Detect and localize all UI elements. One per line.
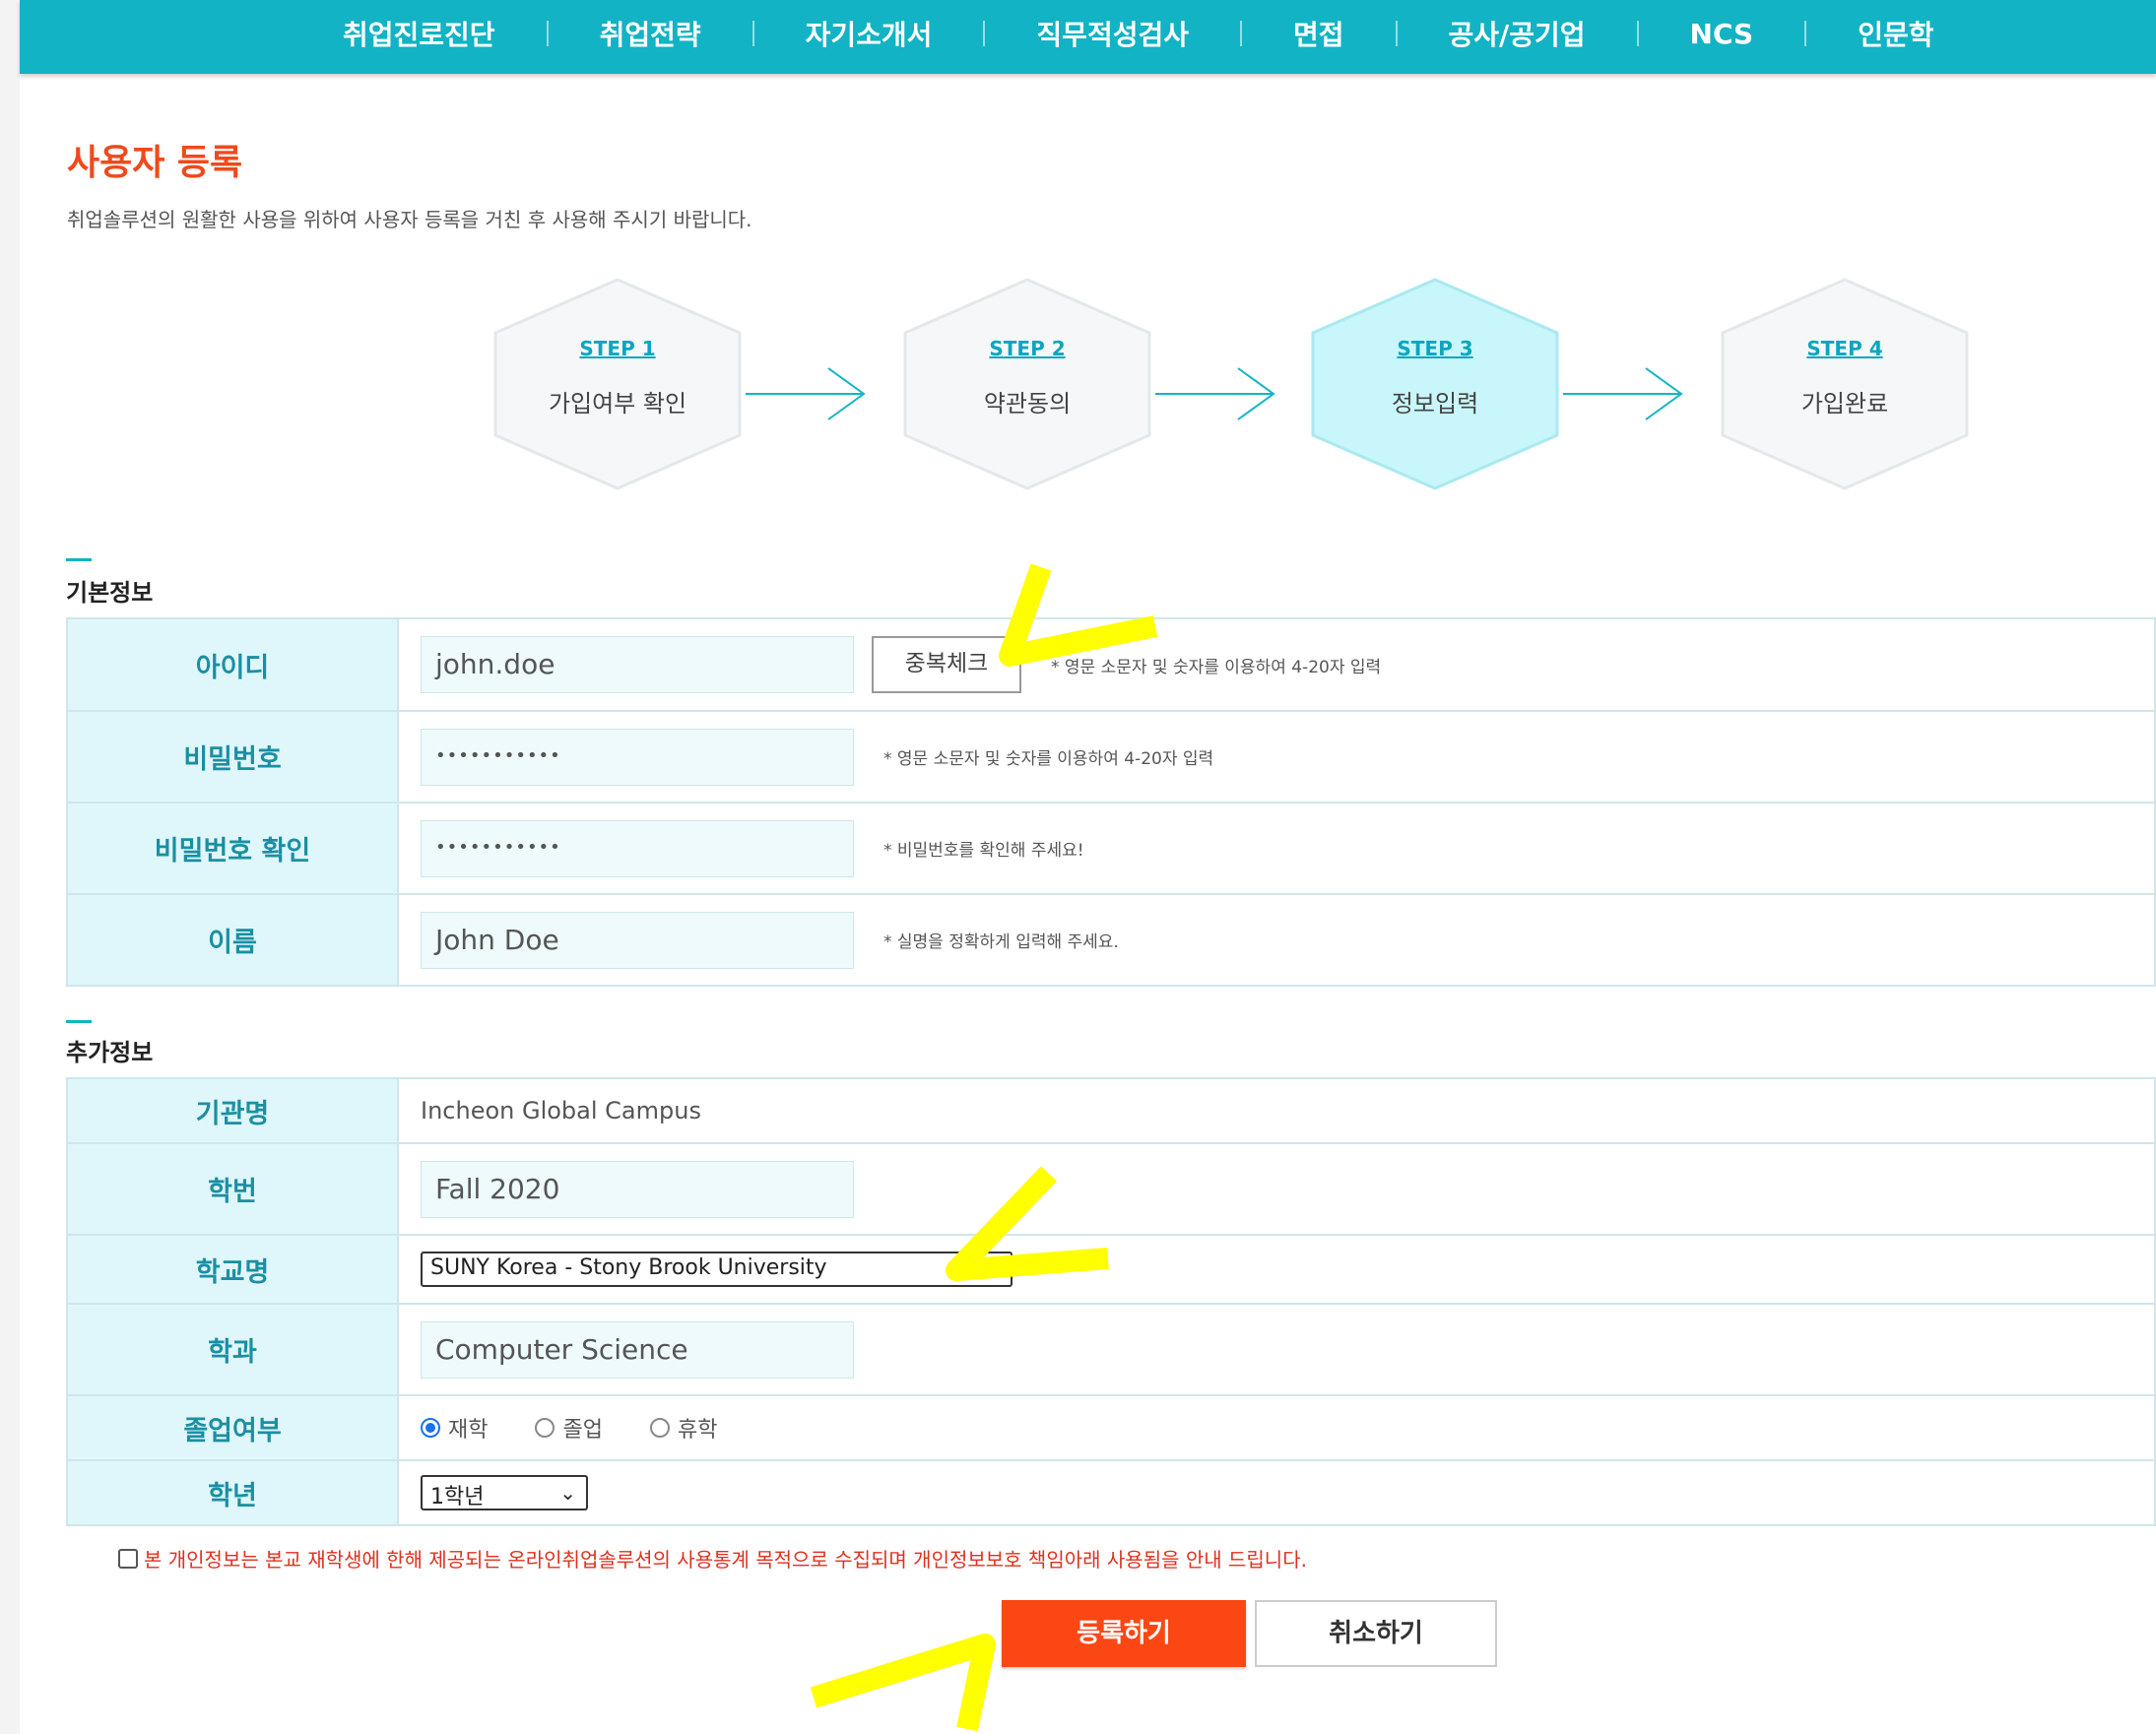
privacy-agreement-text: 본 개인정보는 본교 재학생에 한해 제공되는 온라인취업솔루션의 사용통계 목… <box>144 1548 1307 1572</box>
nav-link[interactable]: NCS <box>1690 18 1754 50</box>
step-label: 가입여부 확인 <box>548 390 687 417</box>
radio-button[interactable] <box>535 1418 555 1438</box>
id-input[interactable]: john.doe <box>421 636 854 693</box>
step-arrow-icon <box>1563 367 1683 420</box>
privacy-agreement: 본 개인정보는 본교 재학생에 한해 제공되는 온라인취업솔루션의 사용통계 목… <box>118 1544 1307 1573</box>
nav-item-interview[interactable]: 면접 <box>1189 14 1344 53</box>
page-title: 사용자 등록 <box>67 143 243 183</box>
nav-link[interactable]: 자기소개서 <box>806 14 933 53</box>
nav-divider <box>1804 21 1807 46</box>
organization-value: Incheon Global Campus <box>397 1077 2156 1144</box>
nav-divider <box>1636 21 1639 46</box>
name-note: * 실명을 정확하게 입력해 주세요. <box>883 932 1119 952</box>
nav-item-ncs[interactable]: NCS <box>1586 18 1754 50</box>
step-3: STEP 3 정보입력 <box>1307 276 1563 492</box>
label-grade: 학년 <box>66 1459 399 1526</box>
step-label: 가입완료 <box>1800 390 1889 417</box>
nav-divider <box>1239 21 1242 46</box>
annotation-arrow-icon <box>810 1634 996 1732</box>
radio-label: 졸업 <box>562 1418 603 1443</box>
step-number: STEP 2 <box>989 337 1066 360</box>
password-input[interactable]: ••••••••••• <box>421 728 854 786</box>
row-password-confirm: 비밀번호 확인 ••••••••••• * 비밀번호를 확인해 주세요! <box>66 802 2156 895</box>
nav-divider <box>983 21 986 46</box>
nav-item-strategy[interactable]: 취업전략 <box>495 14 701 53</box>
radio-label: 재학 <box>448 1418 489 1443</box>
step-label: 약관동의 <box>983 390 1072 417</box>
name-input[interactable]: John Doe <box>421 911 854 969</box>
row-major: 학과 Computer Science <box>66 1303 2156 1396</box>
grade-select-value: 1학년 <box>430 1485 485 1509</box>
label-organization: 기관명 <box>66 1077 399 1144</box>
radio-button[interactable] <box>649 1418 670 1438</box>
row-name: 이름 John Doe * 실명을 정확하게 입력해 주세요. <box>66 893 2156 987</box>
radio-button[interactable] <box>421 1418 440 1438</box>
step-number: STEP 1 <box>579 337 656 360</box>
nav-item-cover-letter[interactable]: 자기소개서 <box>701 14 933 53</box>
label-graduation: 졸업여부 <box>66 1394 399 1461</box>
label-password-confirm: 비밀번호 확인 <box>66 802 399 895</box>
nav-link[interactable]: 인문학 <box>1858 14 1933 53</box>
annotation-arrow-icon <box>946 1166 1109 1281</box>
section-marker <box>66 1020 92 1023</box>
row-graduation: 졸업여부 재학 졸업 휴학 <box>66 1394 2156 1461</box>
nav-item-aptitude-test[interactable]: 직무적성검사 <box>932 14 1189 53</box>
password-confirm-note: * 비밀번호를 확인해 주세요! <box>883 841 1084 861</box>
section-title-extra: 추가정보 <box>66 1039 154 1066</box>
label-password: 비밀번호 <box>66 710 399 803</box>
step-number: STEP 4 <box>1806 337 1883 360</box>
major-input[interactable]: Computer Science <box>421 1320 854 1379</box>
graduation-radio-group: 재학 졸업 휴학 <box>421 1412 2153 1444</box>
label-school: 학교명 <box>66 1234 399 1305</box>
row-organization: 기관명 Incheon Global Campus <box>66 1077 2156 1144</box>
step-label: 정보입력 <box>1391 390 1479 417</box>
step-arrow-icon <box>1155 367 1275 420</box>
label-admission: 학번 <box>66 1142 399 1236</box>
annotation-arrow-icon <box>999 563 1158 667</box>
page: 취업진로진단 취업전략 자기소개서 직무적성검사 면접 공사/공기업 NCS 인… <box>20 0 2156 1734</box>
top-navigation: 취업진로진단 취업전략 자기소개서 직무적성검사 면접 공사/공기업 NCS 인… <box>20 0 2156 74</box>
radio-enrolled[interactable]: 재학 <box>421 1412 488 1444</box>
chevron-down-icon: ⌄ <box>559 1481 576 1505</box>
page-margin <box>0 0 20 1734</box>
register-button[interactable]: 등록하기 <box>1002 1600 1246 1667</box>
section-marker <box>66 558 92 561</box>
nav-link[interactable]: 공사/공기업 <box>1449 14 1586 53</box>
row-grade: 학년 1학년 ⌄ <box>66 1459 2156 1526</box>
label-id: 아이디 <box>66 617 399 712</box>
nav-item-career-diagnosis[interactable]: 취업진로진단 <box>343 14 495 53</box>
nav-link[interactable]: 면접 <box>1293 14 1344 53</box>
step-number: STEP 3 <box>1397 337 1473 360</box>
section-title-basic: 기본정보 <box>66 579 154 607</box>
radio-label: 휴학 <box>677 1418 718 1443</box>
row-password: 비밀번호 ••••••••••• * 영문 소문자 및 숫자를 이용하여 4-20… <box>66 710 2156 803</box>
cancel-button[interactable]: 취소하기 <box>1255 1600 1497 1667</box>
school-select-value: SUNY Korea - Stony Brook University <box>430 1255 827 1280</box>
password-confirm-input[interactable]: ••••••••••• <box>421 819 854 877</box>
password-note: * 영문 소문자 및 숫자를 이용하여 4-20자 입력 <box>883 749 1214 769</box>
nav-divider <box>1395 21 1398 46</box>
page-description: 취업솔루션의 원활한 사용을 위하여 사용자 등록을 거친 후 사용해 주시기 … <box>67 208 752 231</box>
nav-item-humanities[interactable]: 인문학 <box>1753 14 1934 53</box>
radio-graduated[interactable]: 졸업 <box>535 1412 603 1444</box>
nav-divider <box>751 21 754 46</box>
nav-divider <box>546 21 549 46</box>
admission-input[interactable]: Fall 2020 <box>421 1160 854 1218</box>
step-progress: STEP 1 가입여부 확인 STEP 2 약관동의 STEP 3 정보입력 S… <box>20 276 2156 502</box>
step-arrow-icon <box>746 367 866 420</box>
radio-leave[interactable]: 휴학 <box>649 1412 718 1444</box>
extra-info-table: 기관명 Incheon Global Campus 학번 Fall 2020 학… <box>66 1077 2156 1526</box>
label-major: 학과 <box>66 1303 399 1396</box>
nav-link[interactable]: 직무적성검사 <box>1036 14 1189 53</box>
step-2: STEP 2 약관동의 <box>899 276 1155 492</box>
nav-link[interactable]: 취업전략 <box>600 14 701 53</box>
step-1: STEP 1 가입여부 확인 <box>490 276 746 492</box>
nav-item-public-enterprise[interactable]: 공사/공기업 <box>1344 14 1586 53</box>
grade-select[interactable]: 1학년 ⌄ <box>421 1475 588 1510</box>
step-4: STEP 4 가입완료 <box>1717 276 1973 492</box>
privacy-agree-checkbox[interactable] <box>118 1548 138 1569</box>
nav-link[interactable]: 취업진로진단 <box>343 14 495 53</box>
label-name: 이름 <box>66 893 399 987</box>
